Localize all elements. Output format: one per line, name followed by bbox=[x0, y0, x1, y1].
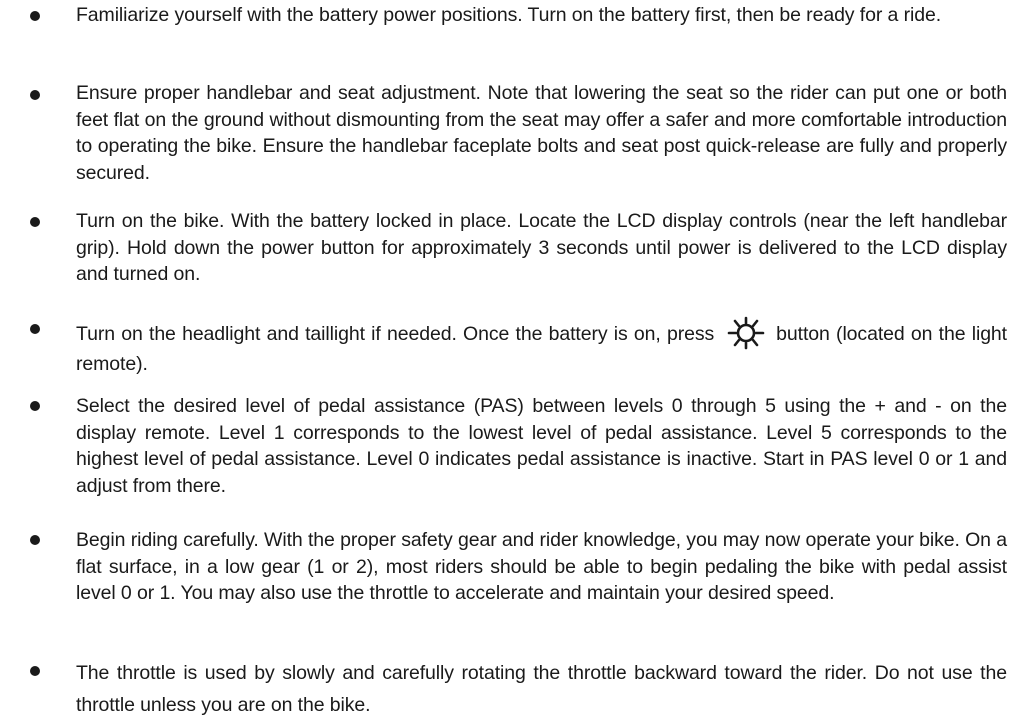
light-button-icon bbox=[726, 315, 766, 351]
bullet-point bbox=[30, 401, 40, 411]
bullet-point bbox=[30, 217, 40, 227]
bullet-point bbox=[30, 324, 40, 334]
list-item-text: Turn on the headlight and taillight if n… bbox=[76, 315, 1007, 378]
list-item-text: Turn on the bike. With the battery locke… bbox=[76, 210, 1007, 285]
list-item-text: Ensure proper handlebar and seat adjustm… bbox=[76, 82, 1007, 184]
list-item-text-before-icon: Turn on the headlight and taillight if n… bbox=[76, 323, 715, 345]
bullet-point bbox=[30, 535, 40, 545]
list-item-text: Select the desired level of pedal assist… bbox=[76, 395, 1007, 497]
list-item-text: Familiarize yourself with the battery po… bbox=[76, 4, 942, 26]
bullet-point bbox=[30, 90, 40, 100]
bullet-point bbox=[30, 11, 40, 21]
bullet-point bbox=[30, 666, 40, 676]
list-item-text: The throttle is used by slowly and caref… bbox=[76, 662, 1007, 716]
list-item-text: Begin riding carefully. With the proper … bbox=[76, 529, 1007, 604]
